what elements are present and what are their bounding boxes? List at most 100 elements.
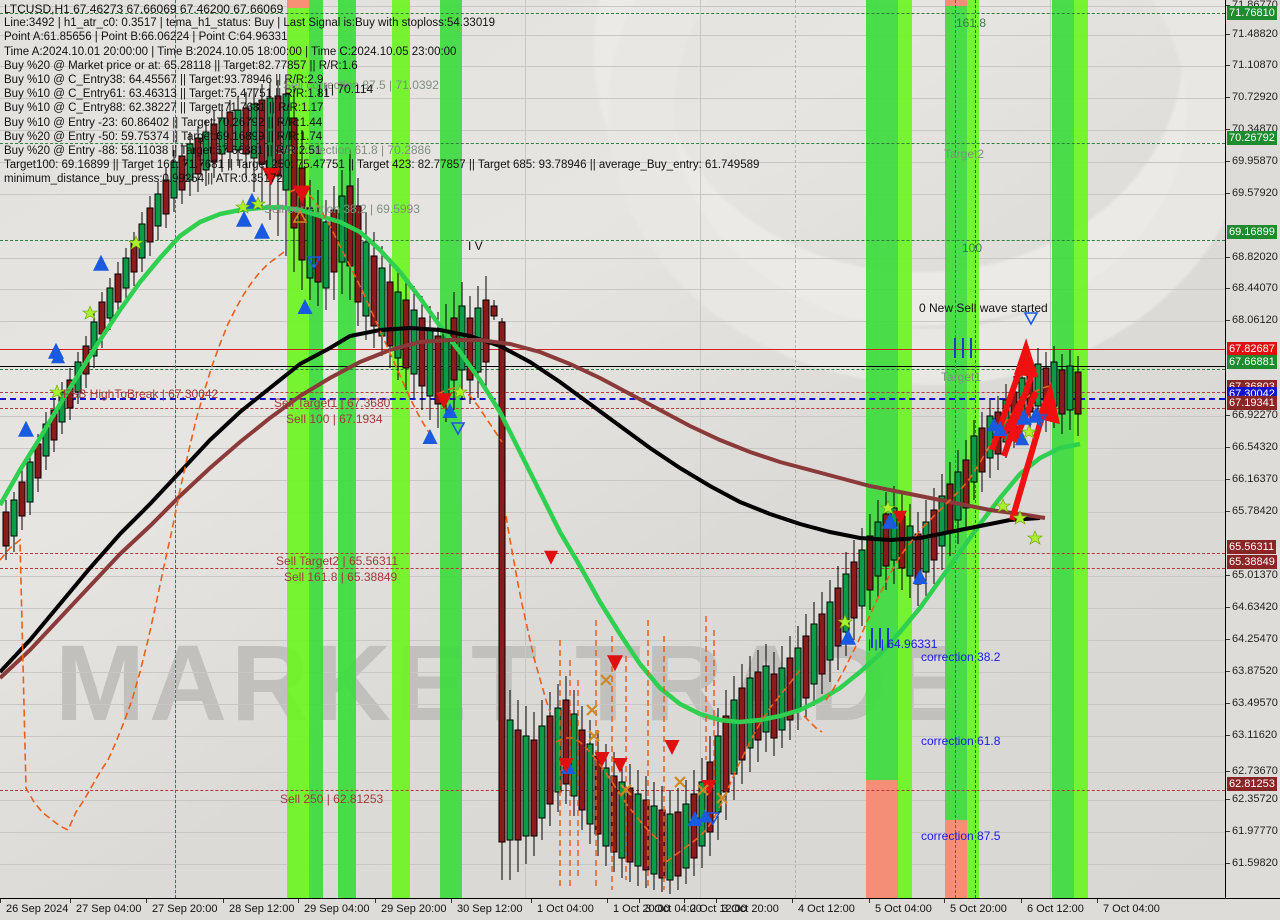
price-tick-label: 69.57920 bbox=[1232, 187, 1278, 199]
header-line: Buy %10 @ C_Entry38: 64.45567 || Target:… bbox=[4, 74, 324, 87]
time-tick-mark bbox=[451, 899, 452, 903]
annotation-level-6496331: | | | 64.96331 bbox=[868, 637, 938, 651]
tick-dash-icon bbox=[1226, 734, 1230, 736]
price-tick: 69.57920 bbox=[1226, 187, 1278, 199]
price-tick-label: 65.78420 bbox=[1232, 505, 1278, 517]
tick-dash-icon bbox=[1226, 414, 1230, 416]
price-tick-label: 68.44070 bbox=[1232, 282, 1278, 294]
header-line: Target100: 69.16899 || Target 161: 71.76… bbox=[4, 159, 760, 172]
price-tick: 68.82020 bbox=[1226, 251, 1278, 263]
annotation-fib-1618: 161.8 bbox=[956, 16, 987, 30]
time-tick-label: 27 Sep 04:00 bbox=[76, 903, 142, 915]
price-tick: 71.48820 bbox=[1226, 28, 1278, 40]
price-tick: 62.73670 bbox=[1226, 765, 1278, 777]
price-tick: 63.11620 bbox=[1226, 729, 1277, 741]
header-line: Buy %10 @ Entry -23: 60.86402 || Target:… bbox=[4, 116, 323, 129]
tick-dash-icon bbox=[1226, 64, 1230, 66]
tick-dash-icon bbox=[1226, 510, 1230, 512]
tick-dash-icon bbox=[1226, 287, 1230, 289]
price-tick-label: 66.92270 bbox=[1232, 409, 1278, 421]
annotation-fib-100: 100 bbox=[962, 241, 983, 255]
price-tick-label: 64.63420 bbox=[1232, 601, 1278, 613]
price-tick: 66.16370 bbox=[1226, 473, 1278, 485]
annotation-wave-label-iv: I V bbox=[468, 239, 483, 253]
price-tick: 65.78420 bbox=[1226, 505, 1278, 517]
tick-dash-icon bbox=[1226, 862, 1230, 864]
price-tick: 69.95870 bbox=[1226, 155, 1278, 167]
time-tick-mark bbox=[70, 899, 71, 903]
price-tick-label: 70.72920 bbox=[1232, 91, 1278, 103]
price-tick-label: 62.35720 bbox=[1232, 793, 1278, 805]
tick-dash-icon bbox=[1226, 446, 1230, 448]
time-tick-mark bbox=[1097, 899, 1098, 903]
price-tick: 61.97770 bbox=[1226, 825, 1278, 837]
tick-dash-icon bbox=[1226, 574, 1230, 576]
price-level-badge[interactable]: 71.76810 bbox=[1227, 6, 1277, 20]
price-tick: 71.10870 bbox=[1226, 59, 1278, 71]
price-tick-label: 71.10870 bbox=[1232, 59, 1278, 71]
time-tick-mark bbox=[716, 899, 717, 903]
price-tick: 68.06120 bbox=[1226, 314, 1278, 326]
time-tick-mark bbox=[146, 899, 147, 903]
price-level-badge[interactable]: 67.66881 bbox=[1227, 355, 1277, 369]
price-tick: 63.87520 bbox=[1226, 665, 1278, 677]
price-tick-label: 61.59820 bbox=[1232, 857, 1278, 869]
price-level-badge[interactable]: 67.82687 bbox=[1227, 342, 1277, 356]
annotation-sell-250: Sell 250 | 62.81253 bbox=[280, 792, 384, 806]
price-tick-label: 63.11620 bbox=[1232, 729, 1278, 741]
price-level-badge[interactable]: 65.56311 bbox=[1227, 540, 1277, 554]
price-level-badge[interactable]: 70.26792 bbox=[1227, 131, 1277, 145]
price-tick-label: 69.95870 bbox=[1232, 155, 1278, 167]
price-tick: 70.72920 bbox=[1226, 91, 1278, 103]
annotation-sell-1618: Sell 161.8 | 65.38849 bbox=[284, 570, 398, 584]
price-level-badge[interactable]: 69.16899 bbox=[1227, 225, 1277, 239]
price-tick-label: 68.06120 bbox=[1232, 314, 1278, 326]
price-tick: 65.01370 bbox=[1226, 569, 1278, 581]
annotation-sell-100: Sell 100 | 67.1934 bbox=[286, 412, 383, 426]
price-level-badge[interactable]: 67.19341 bbox=[1227, 396, 1277, 410]
trading-chart-window: MARKET TRADE LTCUSD,H1 67.46273 67.66069… bbox=[0, 0, 1280, 920]
time-tick-label: 29 Sep 20:00 bbox=[381, 903, 447, 915]
chart-info-header: LTCUSD,H1 67.46273 67.66069 67.46200 67.… bbox=[4, 2, 759, 187]
annotation-correction-875: correction 87.5 bbox=[921, 829, 1001, 843]
price-tick: 66.54320 bbox=[1226, 441, 1278, 453]
time-tick-mark bbox=[0, 899, 1, 903]
header-line: Buy %20 @ Entry -88: 58.11038 || Target:… bbox=[4, 145, 322, 158]
time-tick-mark bbox=[792, 899, 793, 903]
star-marker bbox=[49, 196, 1043, 629]
price-tick-label: 66.16370 bbox=[1232, 473, 1278, 485]
tick-dash-icon bbox=[1226, 670, 1230, 672]
time-tick-mark bbox=[607, 899, 608, 903]
price-tick: 61.59820 bbox=[1226, 857, 1278, 869]
price-tick-label: 68.82020 bbox=[1232, 251, 1278, 263]
time-tick-label: 1 Oct 04:00 bbox=[537, 903, 594, 915]
tick-dash-icon bbox=[1226, 702, 1230, 704]
tick-dash-icon bbox=[1226, 256, 1230, 258]
annotation-target-2: Target2 bbox=[944, 147, 985, 161]
tick-dash-icon bbox=[1226, 319, 1230, 321]
price-tick-label: 63.87520 bbox=[1232, 665, 1278, 677]
time-tick-label: 28 Sep 12:00 bbox=[229, 903, 295, 915]
header-line: Time A:2024.10.01 20:00:00 | Time B:2024… bbox=[4, 45, 457, 58]
price-axis[interactable]: 71.8677071.4882071.1087070.7292070.34870… bbox=[1225, 0, 1280, 898]
time-axis[interactable]: 26 Sep 2024 27 Sep 04:00 27 Sep 20:00 28 Se… bbox=[0, 898, 1280, 920]
price-level-badge[interactable]: 65.38849 bbox=[1227, 555, 1277, 569]
price-level-badge[interactable]: 62.81253 bbox=[1227, 777, 1277, 791]
annotation-new-sell-wave: 0 New Sell wave started bbox=[919, 301, 1048, 315]
price-tick-label: 64.25470 bbox=[1232, 633, 1278, 645]
time-tick-mark bbox=[298, 899, 299, 903]
price-tick: 66.92270 bbox=[1226, 409, 1278, 421]
price-tick-label: 62.73670 bbox=[1232, 765, 1278, 777]
symbol-ohlc-line: LTCUSD,H1 67.46273 67.66069 67.46200 67.… bbox=[4, 2, 284, 16]
price-tick-label: 61.97770 bbox=[1232, 825, 1278, 837]
tick-dash-icon bbox=[1226, 830, 1230, 832]
header-line: Buy %20 @ Entry -50: 59.75374 || Target:… bbox=[4, 130, 323, 143]
tick-dash-icon bbox=[1226, 96, 1230, 98]
annotation-correction-382: correction 38.2 bbox=[921, 650, 1001, 664]
time-tick-mark bbox=[944, 899, 945, 903]
tick-dash-icon bbox=[1226, 478, 1230, 480]
price-tick: 63.49570 bbox=[1226, 697, 1278, 709]
header-line: Line:3492 | h1_atr_c0: 0.3517 | tema_h1_… bbox=[4, 17, 496, 30]
time-tick-label: 30 Sep 12:00 bbox=[457, 903, 523, 915]
chart-plot-area[interactable]: MARKET TRADE LTCUSD,H1 67.46273 67.66069… bbox=[0, 0, 1225, 898]
